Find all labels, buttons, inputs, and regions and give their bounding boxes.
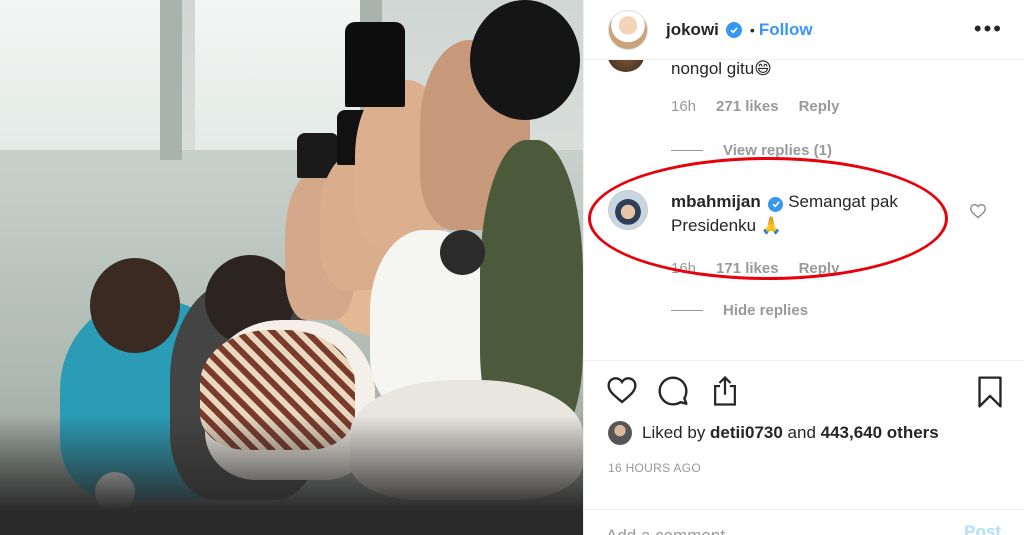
comment-meta: 16h 171 likes Reply xyxy=(671,260,839,277)
replies-line xyxy=(671,310,703,311)
header-separator: • xyxy=(749,21,755,38)
hide-replies-label: Hide replies xyxy=(723,302,809,319)
comments-list[interactable]: nongol gitu😄 16h 271 likes Reply View re… xyxy=(584,60,1024,358)
post-actions: Liked by detii0730 and 443,640 others 16… xyxy=(584,360,1024,535)
post-photo xyxy=(0,0,583,535)
author-avatar[interactable] xyxy=(608,9,648,50)
photo-person-hair xyxy=(470,0,580,120)
photo-window-frame xyxy=(160,0,182,160)
post-comment-button[interactable]: Post xyxy=(964,522,1001,535)
likes-summary[interactable]: Liked by detii0730 and 443,640 others xyxy=(608,421,939,445)
heart-icon[interactable] xyxy=(606,375,638,405)
bookmark-icon[interactable] xyxy=(976,375,1004,409)
more-options-icon[interactable]: ••• xyxy=(974,16,1003,42)
add-comment-row: Post xyxy=(584,509,1024,535)
photo-window xyxy=(195,0,360,150)
comment-likes[interactable]: 271 likes xyxy=(716,98,779,115)
comment-icon[interactable] xyxy=(657,375,689,407)
verified-icon xyxy=(725,21,742,38)
view-replies-label: View replies (1) xyxy=(723,142,832,159)
verified-icon xyxy=(768,196,784,212)
comment-text: nongol gitu😄 xyxy=(671,60,772,78)
hide-replies-button[interactable]: Hide replies xyxy=(671,302,808,319)
comment-meta: 16h 271 likes Reply xyxy=(671,98,839,115)
comment-avatar[interactable] xyxy=(608,60,644,72)
liked-by-and: and xyxy=(782,423,821,442)
add-comment-input[interactable] xyxy=(606,522,906,535)
comment-likes[interactable]: 171 likes xyxy=(716,260,779,277)
view-replies-button[interactable]: View replies (1) xyxy=(671,142,832,159)
liked-by-prefix: Liked by xyxy=(642,423,711,442)
comment-body: mbahmijan Semangat pak Presidenku 🙏 xyxy=(671,190,951,238)
comment-like-heart-icon[interactable] xyxy=(969,203,987,219)
liker-avatar[interactable] xyxy=(608,421,632,445)
photo-peci xyxy=(345,22,405,107)
comment-username[interactable]: mbahmijan xyxy=(671,192,761,211)
post-timestamp[interactable]: 16 HOURS AGO xyxy=(608,461,701,475)
comment-reply-button[interactable]: Reply xyxy=(799,260,840,277)
comment-avatar[interactable] xyxy=(608,190,648,230)
photo-person-head xyxy=(90,258,180,353)
replies-line xyxy=(671,150,703,151)
photo-floor xyxy=(0,415,583,535)
post-header: jokowi • Follow ••• xyxy=(584,0,1024,60)
comment-time[interactable]: 16h xyxy=(671,260,696,277)
photo-watch xyxy=(440,230,485,275)
photo-window xyxy=(0,0,160,150)
liked-by-user[interactable]: detii0730 xyxy=(710,423,783,443)
comment-time[interactable]: 16h xyxy=(671,98,696,115)
follow-button[interactable]: Follow xyxy=(759,20,813,40)
post-panel: jokowi • Follow ••• nongol gitu😄 16h 271… xyxy=(583,0,1024,535)
comment-reply-button[interactable]: Reply xyxy=(799,98,840,115)
author-username[interactable]: jokowi xyxy=(666,20,719,40)
liked-by-count[interactable]: 443,640 others xyxy=(821,423,939,443)
share-icon[interactable] xyxy=(710,375,740,407)
comment-item: mbahmijan Semangat pak Presidenku 🙏 xyxy=(608,190,951,238)
